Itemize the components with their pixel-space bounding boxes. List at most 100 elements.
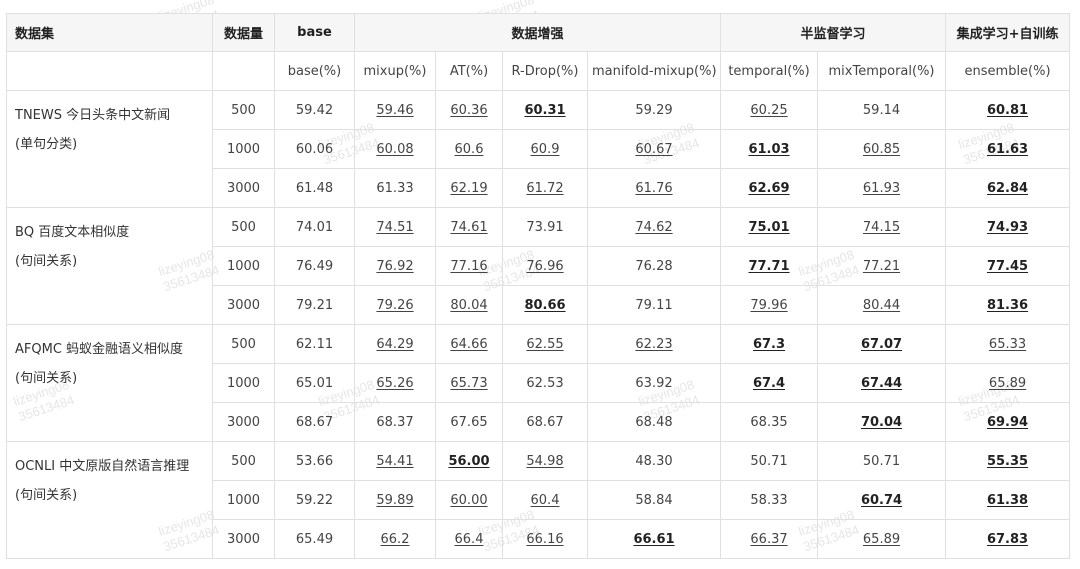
subheader-mixup: mixup(%) [354,51,436,91]
subheader-manifold-mixup: manifold-mixup(%) [586,51,722,91]
score-value: 60.9 [530,141,560,157]
score-cell: 60.06 [274,129,355,169]
score-value: 48.30 [635,453,673,469]
score-cell: 61.63 [945,129,1071,169]
score-cell: 67.83 [945,519,1071,559]
score-value: 66.4 [454,531,484,547]
score-cell: 61.93 [817,168,947,208]
score-cell: 50.71 [817,441,947,481]
score-value: 61.93 [862,180,901,196]
score-cell: 76.96 [502,246,588,286]
score-cell: 74.62 [586,207,722,247]
score-value: 76.49 [295,258,334,274]
score-value: 60.81 [986,102,1029,118]
score-cell: 74.15 [817,207,947,247]
sample-count-cell: 1000 [212,480,275,520]
score-cell: 77.16 [435,246,503,286]
score-cell: 54.41 [354,441,436,481]
score-cell: 77.21 [817,246,947,286]
header-dataset: 数据集 [6,13,213,52]
dataset-cell: AFQMC 蚂蚁金融语义相似度 (句间关系) [6,324,213,442]
score-cell: 62.19 [435,168,503,208]
score-value: 66.61 [633,531,675,547]
score-value: 67.65 [450,414,488,430]
score-value: 62.69 [748,180,790,196]
score-cell: 67.44 [817,363,947,403]
score-value: 60.00 [450,492,488,508]
score-value: 62.23 [635,336,673,352]
score-value: 61.48 [295,180,334,196]
score-cell: 68.67 [502,402,588,442]
dataset-type: (句间关系) [15,254,78,269]
score-cell: 59.29 [586,90,722,130]
subheader-ensemble: ensemble(%) [945,51,1071,91]
score-cell: 66.4 [435,519,503,559]
score-value: 63.92 [635,375,673,391]
score-cell: 74.61 [435,207,503,247]
score-value: 74.51 [376,219,414,235]
header-count: 数据量 [212,13,275,52]
subheader-temporal: temporal(%) [720,51,819,91]
score-value: 61.76 [635,180,673,196]
score-value: 61.63 [986,141,1029,157]
subheader-base: base(%) [274,51,355,91]
score-value: 67.07 [860,336,903,352]
score-value: 67.83 [986,531,1029,547]
score-cell: 75.01 [720,207,819,247]
score-cell: 61.76 [586,168,722,208]
score-cell: 61.33 [354,168,436,208]
score-value: 68.48 [635,414,673,430]
header-row: 数据集 数据量 base 数据增强 半监督学习 集成学习+自训练 [6,13,1071,52]
score-cell: 55.35 [945,441,1071,481]
sample-count-cell: 1000 [212,246,275,286]
sample-count-cell: 500 [212,207,275,247]
table-row: BQ 百度文本相似度 (句间关系) 500 74.01 74.51 74.61 73.91 7… [6,207,1071,325]
score-value: 80.44 [862,297,901,313]
score-value: 65.89 [988,375,1027,391]
score-cell: 60.85 [817,129,947,169]
score-cell: 66.16 [502,519,588,559]
score-value: 60.31 [524,102,566,118]
score-value: 68.67 [526,414,564,430]
score-cell: 60.74 [817,480,947,520]
score-value: 68.37 [376,414,414,430]
score-value: 62.11 [295,336,334,352]
score-value: 77.16 [450,258,488,274]
score-value: 60.36 [450,102,488,118]
score-cell: 60.9 [502,129,588,169]
score-value: 60.85 [862,141,901,157]
score-cell: 80.44 [817,285,947,325]
score-cell: 50.71 [720,441,819,481]
dataset-name: OCNLI 中文原版自然语言推理 [15,459,190,474]
score-value: 79.11 [635,297,673,313]
score-cell: 54.98 [502,441,588,481]
score-value: 61.38 [986,492,1029,508]
score-cell: 80.66 [502,285,588,325]
score-value: 65.26 [376,375,414,391]
score-value: 59.42 [295,102,334,118]
score-value: 50.71 [862,453,901,469]
score-value: 50.71 [750,453,788,469]
score-value: 60.08 [376,141,414,157]
score-cell: 53.66 [274,441,355,481]
score-cell: 77.71 [720,246,819,286]
dataset-type: (句间关系) [15,488,78,503]
score-value: 79.26 [376,297,414,313]
score-value: 76.92 [376,258,414,274]
score-cell: 65.89 [817,519,947,559]
score-value: 59.22 [295,492,334,508]
score-value: 65.01 [295,375,334,391]
score-cell: 74.93 [945,207,1071,247]
score-cell: 79.21 [274,285,355,325]
score-value: 77.21 [862,258,901,274]
score-value: 60.6 [454,141,484,157]
score-cell: 65.01 [274,363,355,403]
dataset-type: (单句分类) [15,137,78,152]
sample-count-cell: 3000 [212,519,275,559]
score-value: 65.49 [295,531,334,547]
header-semi: 半监督学习 [720,13,947,52]
score-cell: 62.23 [586,324,722,364]
score-cell: 67.3 [720,324,819,364]
score-value: 59.14 [862,102,901,118]
score-value: 60.25 [750,102,788,118]
